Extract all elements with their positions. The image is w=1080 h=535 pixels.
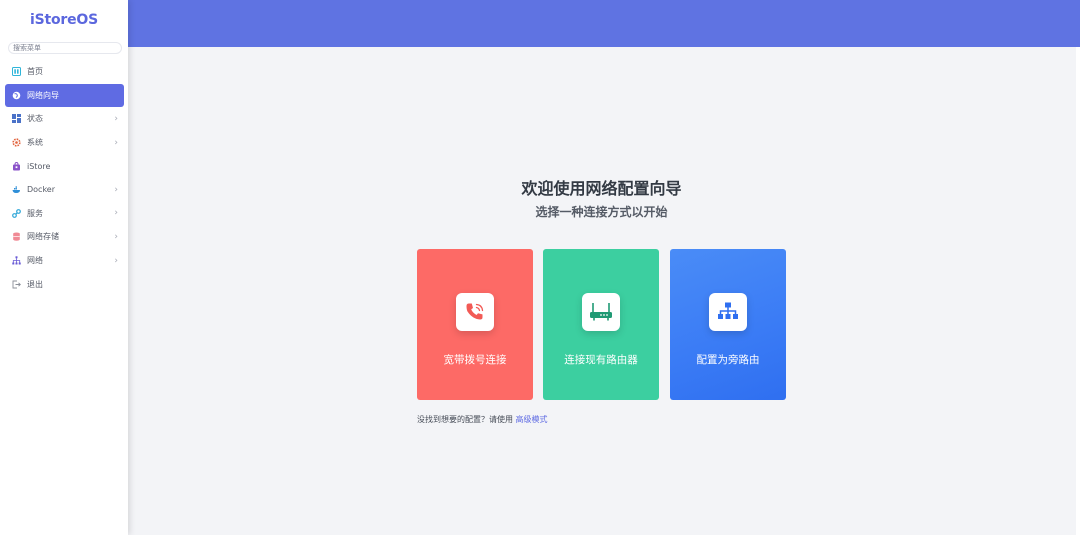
sidebar: iStoreOS 搜索菜单 首页 网络向导 状态 › 系统 › iStore D… xyxy=(0,0,128,535)
chevron-right-icon: › xyxy=(114,113,118,124)
sidebar-menu: 首页 网络向导 状态 › 系统 › iStore Docker › 服务 › 网… xyxy=(0,60,128,296)
sidebar-item-status[interactable]: 状态 › xyxy=(5,107,124,131)
sidebar-item-logout[interactable]: 退出 xyxy=(5,272,124,296)
router-icon xyxy=(582,293,620,331)
chevron-right-icon: › xyxy=(114,208,118,219)
dashboard-icon xyxy=(12,114,21,124)
sidebar-item-network[interactable]: 网络 › xyxy=(5,249,124,273)
sidebar-item-network-wizard[interactable]: 网络向导 xyxy=(5,83,124,108)
page-subtitle: 选择一种连接方式以开始 xyxy=(535,205,668,219)
chevron-right-icon: › xyxy=(114,231,118,242)
store-icon xyxy=(12,161,21,171)
chevron-right-icon: › xyxy=(114,137,118,148)
chevron-right-icon: › xyxy=(114,255,118,266)
logout-icon xyxy=(12,280,21,289)
pppoe-dial-card[interactable]: 宽带拨号连接 xyxy=(417,249,533,400)
existing-router-card[interactable]: 连接现有路由器 xyxy=(543,249,659,400)
sidebar-item-label: 服务 xyxy=(27,208,43,218)
phone-icon xyxy=(456,293,494,331)
sidebar-item-system[interactable]: 系统 › xyxy=(5,131,124,155)
card-label: 宽带拨号连接 xyxy=(443,354,507,366)
sidebar-item-label: Docker xyxy=(27,185,56,195)
top-header-bar xyxy=(128,0,1080,47)
gear-icon xyxy=(12,138,21,147)
sidebar-item-home[interactable]: 首页 xyxy=(5,60,124,84)
sidebar-item-services[interactable]: 服务 › xyxy=(5,202,124,226)
home-icon xyxy=(12,67,21,77)
scrollbar[interactable] xyxy=(1076,47,1080,535)
docker-icon xyxy=(12,185,21,194)
sidebar-item-docker[interactable]: Docker › xyxy=(5,178,124,202)
advanced-mode-link[interactable]: 高级模式 xyxy=(516,415,548,424)
bypass-router-card[interactable]: 配置为旁路由 xyxy=(670,249,786,400)
service-icon xyxy=(12,208,21,218)
app-logo[interactable]: iStoreOS xyxy=(0,0,128,40)
sidebar-item-label: iStore xyxy=(27,161,51,171)
hint-text: 没找到想要的配置？请使用 xyxy=(417,415,516,424)
advanced-mode-hint: 没找到想要的配置？请使用 高级模式 xyxy=(417,414,548,425)
topology-icon xyxy=(709,293,747,331)
card-label: 连接现有路由器 xyxy=(564,354,638,366)
sidebar-item-label: 系统 xyxy=(27,138,43,148)
sidebar-item-network-storage[interactable]: 网络存储 › xyxy=(5,225,124,249)
sidebar-item-label: 网络 xyxy=(27,256,43,266)
sidebar-item-label: 网络向导 xyxy=(27,90,59,100)
sidebar-item-label: 状态 xyxy=(27,114,43,124)
card-label: 配置为旁路由 xyxy=(696,354,760,366)
chevron-right-icon: › xyxy=(114,184,118,195)
sidebar-item-label: 网络存储 xyxy=(27,232,59,242)
page-title: 欢迎使用网络配置向导 xyxy=(521,179,682,198)
storage-icon xyxy=(12,232,21,242)
sidebar-item-label: 首页 xyxy=(27,67,43,77)
network-icon xyxy=(12,256,21,265)
sidebar-item-istore[interactable]: iStore xyxy=(5,154,124,178)
search-input[interactable]: 搜索菜单 xyxy=(8,42,122,54)
sidebar-item-label: 退出 xyxy=(27,279,43,289)
globe-icon xyxy=(12,91,21,100)
